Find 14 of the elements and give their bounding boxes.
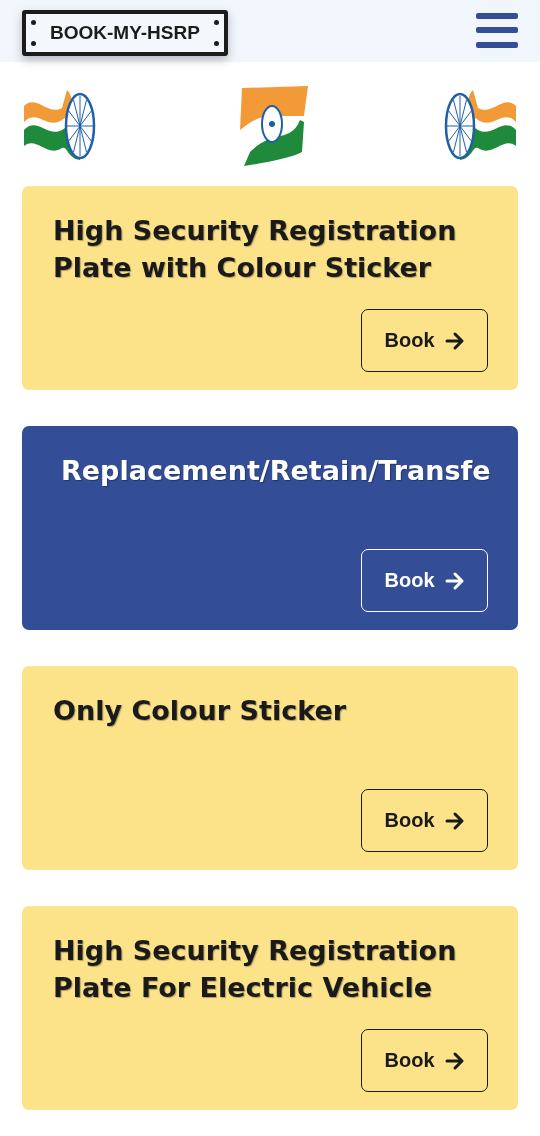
- menu-icon[interactable]: [476, 13, 518, 49]
- book-button[interactable]: Book: [361, 549, 488, 612]
- logo[interactable]: BOOK-MY-HSRP: [22, 9, 228, 56]
- card-title: Only Colour Sticker: [53, 694, 347, 728]
- arrow-icon: [444, 330, 465, 351]
- book-button[interactable]: Book: [361, 789, 488, 852]
- arrow-icon: [444, 570, 465, 591]
- book-button[interactable]: Book: [361, 309, 488, 372]
- arrow-icon: [444, 810, 465, 831]
- book-button[interactable]: Book: [361, 1029, 488, 1092]
- card-title: Replacement/Retain/Transfe: [61, 454, 488, 488]
- arrow-icon: [444, 1050, 465, 1071]
- card-title: High Security Registration Plate For Electric Vehicle: [53, 934, 458, 1005]
- card-title: High Security Registration Plate with Colour Sticker: [53, 214, 458, 285]
